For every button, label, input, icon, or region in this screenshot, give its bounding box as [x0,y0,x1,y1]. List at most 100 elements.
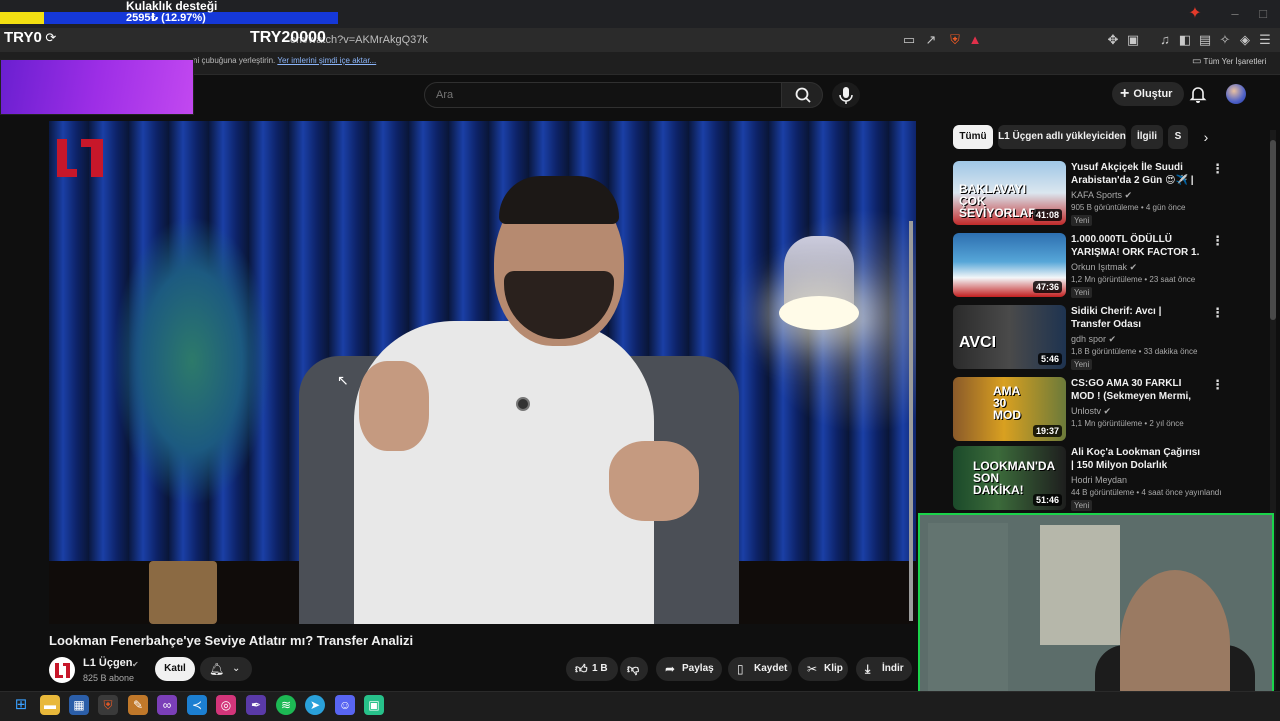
channel-avatar[interactable] [49,657,75,683]
spotify-icon[interactable]: ≋ [276,695,296,715]
recommendation-channel[interactable]: gdh spor ✔ [1071,334,1116,345]
video-scene-lamp-light [779,296,859,330]
video-scene-hair [499,176,619,224]
chip-related[interactable]: İlgili [1131,125,1163,149]
instagram-icon[interactable]: ◎ [216,695,236,715]
video-scene-lamp-pole [909,221,913,621]
bookmarks-import-link[interactable]: Yer imlerini şimdi içe aktar... [277,56,376,65]
share-button[interactable]: ➦ Paylaş [656,657,722,681]
recommendation-title[interactable]: Ali Koç'a Lookman Çağırısı | 150 Milyon … [1071,446,1201,472]
visual-studio-icon[interactable]: ∞ [157,695,177,715]
recommendation-item[interactable]: LOOKMAN'DA SON DAKİKA! 51:46 Ali Koç'a L… [953,446,1268,511]
app-icon[interactable]: ▦ [69,695,89,715]
search-input[interactable] [434,82,768,108]
file-explorer-icon[interactable]: ▬ [40,695,60,715]
recommendation-thumbnail[interactable]: AMA 30 MOD 19:37 [953,377,1066,441]
clip-button[interactable]: ✂ Klip [798,657,848,681]
recommendation-item[interactable]: BAKLAVAYI ÇOK SEVİYORLAR 41:08 Yusuf Akç… [953,161,1268,226]
like-button[interactable]: 👍︎ 1 B [566,657,618,681]
video-title: Lookman Fenerbahçe'ye Seviye Atlatır mı?… [49,633,414,648]
recommendation-item[interactable]: AMA 30 MOD 19:37 CS:GO AMA 30 FARKLI MOD… [953,377,1268,441]
recommendation-channel[interactable]: Unlostv ✔ [1071,406,1111,417]
share-page-icon[interactable]: ↗ [922,28,940,52]
recommendation-title[interactable]: 1.000.000TL ÖDÜLLÜ YARIŞMA! ORK FACTOR 1… [1071,233,1201,259]
menu-icon[interactable]: ☰ [1256,28,1274,52]
new-badge: Yeni [1071,500,1093,511]
more-options-icon[interactable]: ⋮ [1211,305,1224,321]
recommendation-title[interactable]: Sidiki Cherif: Avcı | Transfer Odası [1071,305,1201,331]
sidebar-icon[interactable]: ◧ [1176,28,1194,52]
recommendation-item[interactable]: 47:36 1.000.000TL ÖDÜLLÜ YARIŞMA! ORK FA… [953,233,1268,298]
join-button[interactable]: Katıl [155,657,195,681]
recommendation-channel[interactable]: Hodri Meydan [1071,475,1127,485]
media-icon[interactable]: ♫ [1156,28,1174,52]
chevron-right-icon[interactable]: › [1197,126,1215,148]
video-scene-pot [149,561,217,624]
reload-icon[interactable]: ⟳ [42,30,56,45]
windows-start-icon[interactable]: ⊞ [11,695,31,715]
download-button[interactable]: ⤓ İndir [856,657,912,681]
recommendation-thumbnail[interactable]: LOOKMAN'DA SON DAKİKA! 51:46 [953,446,1066,510]
recommendation-title[interactable]: Yusuf Akçiçek İle Suudi Arabistan'da 2 G… [1071,161,1201,187]
account-avatar[interactable] [1226,84,1246,104]
create-button[interactable]: + Oluştur [1112,82,1184,106]
channel-name[interactable]: L1 Üçgen [83,657,133,669]
video-player[interactable] [49,121,916,624]
search-button[interactable] [781,82,823,108]
recommendation-title[interactable]: CS:GO AMA 30 FARKLI MOD ! (Sekmeyen Merm… [1071,377,1201,403]
webcam-scene-shelf [1040,525,1120,645]
all-bookmarks-button[interactable]: ▭ Tüm Yer İşaretleri [1192,56,1266,67]
vscode-icon[interactable]: ≺ [187,695,207,715]
vpn-icon[interactable]: ◈ [1236,28,1254,52]
more-options-icon[interactable]: ⋮ [1211,161,1224,177]
paint-icon[interactable]: ✎ [128,695,148,715]
donation-max-label: TRY20000 [250,29,326,46]
chip-from-uploader[interactable]: L1 Üçgen adlı yükleyiciden [998,125,1126,149]
cast-icon[interactable]: ▭ [900,28,918,52]
minimize-icon[interactable]: – [1226,4,1244,24]
recommendation-thumbnail[interactable]: 47:36 [953,233,1066,297]
chip-all[interactable]: Tümü [953,125,993,149]
page-scrollbar-thumb[interactable] [1270,140,1276,320]
discord-icon[interactable]: ☺ [335,695,355,715]
recommendation-item[interactable]: AVCI 5:46 Sidiki Cherif: Avcı | Transfer… [953,305,1268,370]
share-icon: ➦ [665,662,676,676]
chip-truncated[interactable]: S [1168,125,1188,149]
recommendation-thumbnail[interactable]: BAKLAVAYI ÇOK SEVİYORLAR 41:08 [953,161,1066,225]
browser-address-bar[interactable] [0,28,1280,52]
telegram-icon[interactable]: ➤ [305,695,325,715]
video-duration: 5:46 [1037,353,1062,365]
notifications-button[interactable] [1188,84,1208,104]
more-options-icon[interactable]: ⋮ [1211,377,1224,393]
recommendation-channel[interactable]: KAFA Sports ✔ [1071,190,1132,201]
extensions-icon[interactable]: ✥ [1104,28,1122,52]
leo-ai-icon[interactable]: ✧ [1216,28,1234,52]
recommendation-channel-name: gdh spor [1071,334,1107,344]
donation-progress-text: 2595₺ (12.97%) [126,12,206,24]
video-duration: 51:46 [1032,494,1062,506]
save-button[interactable]: ▯ Kaydet [728,657,792,681]
recommendation-meta: 1,1 Mn görüntüleme • 2 yıl önce [1071,419,1184,428]
brave-shield-icon[interactable]: ⛨ [946,28,964,52]
more-options-icon[interactable]: ⋮ [1211,233,1224,249]
video-duration: 19:37 [1032,425,1062,437]
maximize-icon[interactable]: □ [1254,4,1272,24]
brave-browser-icon[interactable]: ⛨ [98,695,118,715]
bookmarks-hint: ni çubuğuna yerleştirin. Yer imlerini şi… [193,56,376,65]
verified-icon: ✔ [132,660,139,669]
voice-search-button[interactable] [832,82,860,108]
verified-icon: ✔ [1108,334,1117,344]
recommendation-channel[interactable]: Orkun Işıtmak ✔ [1071,262,1137,273]
dislike-button[interactable]: 👎︎ [620,657,648,681]
screenshot-icon[interactable]: ▣ [1124,28,1142,52]
brave-rewards-icon[interactable]: ▲ [966,28,984,52]
recommendation-thumbnail[interactable]: AVCI 5:46 [953,305,1066,369]
plus-icon: + [1120,85,1130,102]
subscription-bell-button[interactable]: 🔔︎ ⌄ [200,657,252,681]
channel-logo-icon [55,663,70,678]
save-label: Kaydet [754,663,788,674]
whatsapp-desktop-icon[interactable]: ▣ [364,695,384,715]
wallet-icon[interactable]: ▤ [1196,28,1214,52]
bell-icon [1189,87,1207,103]
pen-tool-icon[interactable]: ✒ [246,695,266,715]
